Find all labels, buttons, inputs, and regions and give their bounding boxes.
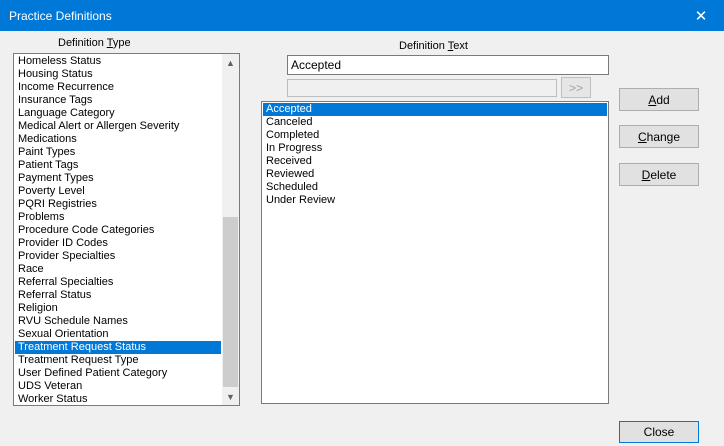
list-item[interactable]: Insurance Tags [15, 94, 221, 107]
list-item[interactable]: RVU Schedule Names [15, 315, 221, 328]
title-bar: Practice Definitions ✕ [0, 0, 724, 31]
list-item[interactable]: Worker Status [15, 393, 221, 405]
list-item[interactable]: Religion [15, 302, 221, 315]
delete-button[interactable]: Delete [619, 163, 699, 186]
list-item[interactable]: Income Recurrence [15, 81, 221, 94]
definition-type-list[interactable]: Homeless Status Housing Status Income Recu… [13, 53, 240, 406]
list-item[interactable]: In Progress [263, 142, 607, 155]
list-item[interactable]: Medical Alert or Allergen Severity [15, 120, 221, 133]
list-item[interactable]: Provider Specialties [15, 250, 221, 263]
scroll-thumb[interactable] [223, 217, 238, 387]
scroll-down-icon[interactable]: ▼ [222, 388, 239, 405]
list-item[interactable]: Completed [263, 129, 607, 142]
list-item[interactable]: Homeless Status [15, 55, 221, 68]
list-item[interactable]: Sexual Orientation [15, 328, 221, 341]
definition-type-label: Definition Type [58, 37, 131, 49]
definition-text-label: Definition Text [399, 40, 468, 52]
definition-secondary-input [287, 79, 557, 97]
list-item[interactable]: Treatment Request Status [15, 341, 221, 354]
add-button[interactable]: Add [619, 88, 699, 111]
list-item[interactable]: Provider ID Codes [15, 237, 221, 250]
list-item[interactable]: Medications [15, 133, 221, 146]
list-item[interactable]: Reviewed [263, 168, 607, 181]
change-button[interactable]: Change [619, 125, 699, 148]
list-item[interactable]: Referral Status [15, 289, 221, 302]
list-item[interactable]: Scheduled [263, 181, 607, 194]
list-item[interactable]: Accepted [263, 103, 607, 116]
list-item[interactable]: PQRI Registries [15, 198, 221, 211]
list-item[interactable]: Paint Types [15, 146, 221, 159]
list-item[interactable]: Race [15, 263, 221, 276]
list-item[interactable]: Under Review [263, 194, 607, 207]
list-item[interactable]: Referral Specialties [15, 276, 221, 289]
list-item[interactable]: Problems [15, 211, 221, 224]
list-item[interactable]: Canceled [263, 116, 607, 129]
window-title: Practice Definitions [9, 9, 112, 23]
close-icon[interactable]: ✕ [678, 0, 724, 31]
list-item[interactable]: Received [263, 155, 607, 168]
definition-text-input[interactable]: Accepted [287, 55, 609, 75]
list-item[interactable]: UDS Veteran [15, 380, 221, 393]
definition-type-scrollbar[interactable]: ▲ ▼ [222, 54, 239, 405]
scroll-up-icon[interactable]: ▲ [222, 54, 239, 71]
list-item[interactable]: Payment Types [15, 172, 221, 185]
definition-values-list[interactable]: Accepted Canceled Completed In Progress Rece… [261, 101, 609, 404]
list-item[interactable]: Treatment Request Type [15, 354, 221, 367]
transfer-button[interactable]: >> [561, 77, 591, 98]
list-item[interactable]: Poverty Level [15, 185, 221, 198]
list-item[interactable]: Patient Tags [15, 159, 221, 172]
list-item[interactable]: User Defined Patient Category [15, 367, 221, 380]
list-item[interactable]: Housing Status [15, 68, 221, 81]
list-item[interactable]: Language Category [15, 107, 221, 120]
close-button[interactable]: Close [619, 421, 699, 443]
list-item[interactable]: Procedure Code Categories [15, 224, 221, 237]
